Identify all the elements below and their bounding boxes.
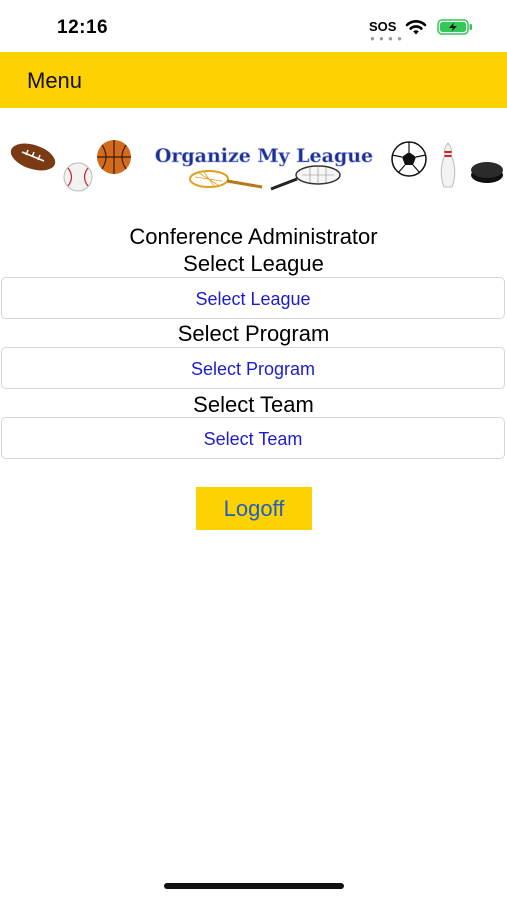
menu-button[interactable]: Menu <box>27 68 82 94</box>
tennis-racket-icon <box>270 165 341 191</box>
status-bar: 12:16 SOS ● ● ● ● <box>0 0 507 52</box>
select-league-button[interactable]: Select League <box>1 277 505 319</box>
sos-indicator: SOS <box>369 19 397 34</box>
bowling-pin-icon <box>440 142 456 188</box>
league-label: Select League <box>183 251 324 276</box>
organize-my-league-banner: Organize My League <box>10 140 503 192</box>
basketball-icon <box>97 140 131 174</box>
select-team-button[interactable]: Select Team <box>1 417 505 459</box>
select-program-button[interactable]: Select Program <box>1 347 505 389</box>
baseball-icon <box>63 162 93 192</box>
program-label: Select Program <box>177 321 330 346</box>
role-title: Conference Administrator <box>129 224 378 249</box>
banner-title: Organize My League <box>155 145 373 167</box>
soccer-ball-icon <box>391 141 427 177</box>
wifi-icon <box>405 20 427 35</box>
home-indicator[interactable] <box>164 883 344 889</box>
signal-dots-icon: ● ● ● ● <box>370 34 403 43</box>
hockey-puck-icon <box>471 162 503 183</box>
football-icon <box>10 143 56 171</box>
logoff-button[interactable]: Logoff <box>196 487 312 530</box>
team-label: Select Team <box>193 392 314 417</box>
battery-charging-icon <box>437 19 472 35</box>
menu-bar: Menu <box>0 52 507 108</box>
status-time: 12:16 <box>57 17 109 38</box>
lacrosse-stick-icon <box>189 170 263 189</box>
